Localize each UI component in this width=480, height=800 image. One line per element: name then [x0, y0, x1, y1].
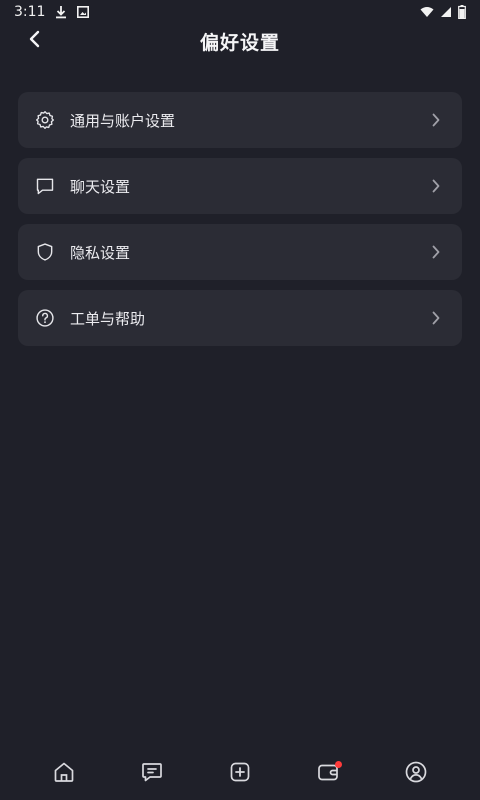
tab-wallet[interactable]	[308, 754, 348, 794]
status-left: 3:11	[14, 4, 90, 20]
download-icon	[55, 5, 67, 19]
gear-icon	[34, 109, 56, 131]
chevron-right-icon	[428, 244, 444, 260]
header: 偏好设置	[0, 24, 480, 58]
wifi-icon	[420, 6, 434, 18]
shield-icon	[34, 241, 56, 263]
bottom-tab-bar	[0, 748, 480, 800]
signal-icon	[440, 6, 452, 18]
tab-profile[interactable]	[396, 754, 436, 794]
menu-item-privacy[interactable]: 隐私设置	[18, 224, 462, 280]
image-icon	[77, 6, 90, 18]
tab-home[interactable]	[44, 754, 84, 794]
tab-messages[interactable]	[132, 754, 172, 794]
home-icon	[52, 760, 76, 788]
notification-badge	[335, 761, 342, 768]
page-title: 偏好设置	[199, 31, 280, 54]
menu-item-label: 隐私设置	[70, 243, 131, 262]
menu-item-label: 通用与账户设置	[70, 111, 176, 130]
settings-menu: 通用与账户设置 聊天设置 隐私设置 工单与帮助	[18, 92, 462, 356]
menu-item-label: 工单与帮助	[70, 309, 146, 328]
status-right	[420, 5, 466, 19]
chevron-right-icon	[428, 310, 444, 326]
chat-icon	[34, 175, 56, 197]
status-time: 3:11	[14, 4, 46, 20]
menu-item-label: 聊天设置	[70, 177, 131, 196]
chevron-right-icon	[428, 112, 444, 128]
add-icon	[228, 760, 252, 788]
back-button[interactable]	[22, 28, 48, 54]
menu-item-chat[interactable]: 聊天设置	[18, 158, 462, 214]
user-icon	[404, 760, 428, 788]
menu-item-general-account[interactable]: 通用与账户设置	[18, 92, 462, 148]
status-bar: 3:11	[0, 0, 480, 24]
battery-icon	[458, 5, 466, 19]
tab-create[interactable]	[220, 754, 260, 794]
menu-item-tickets-help[interactable]: 工单与帮助	[18, 290, 462, 346]
help-icon	[34, 307, 56, 329]
message-icon	[140, 760, 164, 788]
chevron-right-icon	[428, 178, 444, 194]
chevron-left-icon	[29, 30, 41, 52]
